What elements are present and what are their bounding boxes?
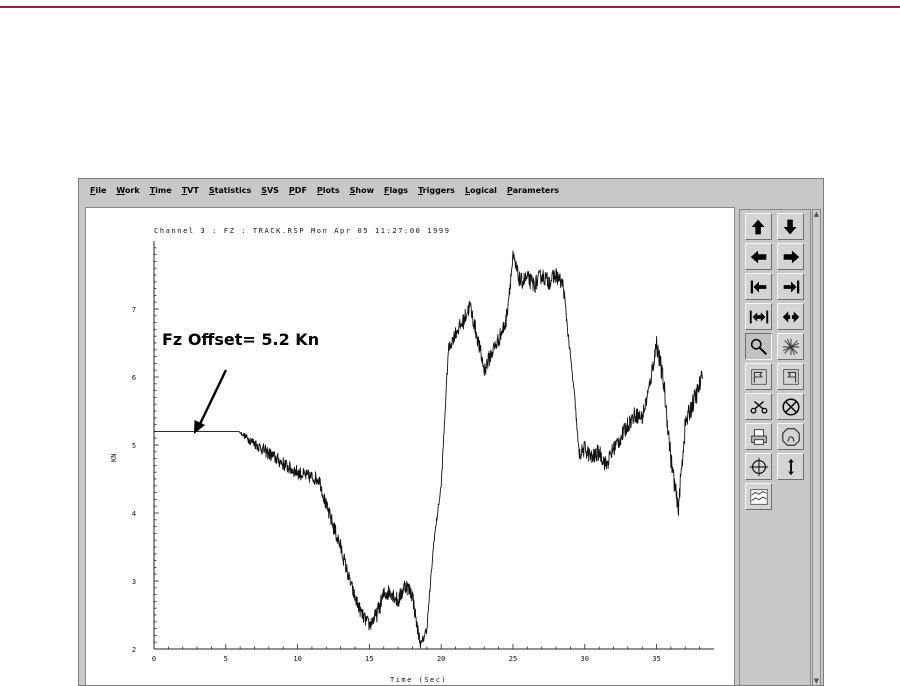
y-tick-label: 2	[132, 646, 136, 654]
x-tick-label: 30	[581, 655, 589, 663]
arrow-left-button[interactable]	[745, 243, 772, 270]
zoom-button[interactable]	[745, 333, 772, 360]
menu-bar: File Work Time TVT Statistics SVS PDF Pl…	[79, 179, 823, 201]
offset-annotation: Fz Offset= 5.2 Kn	[162, 330, 319, 434]
scroll-up-arrow-icon[interactable]: ▲	[813, 210, 820, 219]
overlay-plot-button[interactable]	[745, 483, 772, 510]
cancel-circle-button[interactable]	[777, 393, 804, 420]
time-history-plot[interactable]: Channel 3 : FZ : TRACK.RSP Mon Apr 05 11…	[86, 208, 735, 686]
x-tick-label: 35	[652, 655, 660, 663]
vertical-arrows-icon	[787, 458, 794, 475]
x-axis-label: Time (Sec)	[390, 676, 447, 684]
annotation-arrow-shaft	[198, 369, 228, 425]
x-tick-label: 5	[224, 655, 228, 663]
octagon-button[interactable]	[777, 423, 804, 450]
printer-icon	[750, 428, 767, 445]
offset-annotation-text: Fz Offset= 5.2 Kn	[162, 330, 319, 349]
arrow-right-button[interactable]	[777, 243, 804, 270]
tool-palette	[739, 209, 811, 685]
scroll-down-arrow-icon[interactable]: ▼	[813, 677, 820, 685]
expand-horizontal-button[interactable]	[745, 303, 772, 330]
octagon-icon	[781, 427, 800, 446]
plot-panel[interactable]: Channel 3 : FZ : TRACK.RSP Mon Apr 05 11…	[85, 207, 735, 686]
crosshair-button[interactable]	[745, 453, 772, 480]
y-tick-label: 6	[132, 374, 136, 382]
printer-button[interactable]	[745, 423, 772, 450]
flag-right-icon	[782, 368, 799, 385]
menu-time[interactable]: Time	[145, 186, 177, 195]
compress-horizontal-button[interactable]	[777, 303, 804, 330]
arrow-up-button[interactable]	[745, 213, 772, 240]
y-axis-label: KN	[110, 454, 118, 462]
menu-logical[interactable]: Logical	[460, 186, 502, 195]
menu-flags[interactable]: Flags	[379, 186, 413, 195]
x-tick-label: 10	[293, 655, 301, 663]
app-window: File Work Time TVT Statistics SVS PDF Pl…	[78, 178, 824, 686]
vertical-scrollbar[interactable]: ▲ ▼	[812, 209, 821, 685]
arrow-down-button[interactable]	[777, 213, 804, 240]
zoom-icon	[750, 338, 767, 355]
scissors-button[interactable]	[745, 393, 772, 420]
x-tick-label: 0	[152, 655, 156, 663]
arrow-up-icon	[751, 219, 764, 234]
menu-pdf[interactable]: PDF	[284, 186, 312, 195]
top-rule	[0, 6, 900, 8]
annotation-arrowhead	[194, 420, 205, 434]
expand-horizontal-icon	[749, 310, 768, 323]
y-tick-label: 3	[132, 578, 136, 586]
menu-plots[interactable]: Plots	[312, 186, 345, 195]
arrow-right-icon	[783, 250, 799, 263]
x-tick-label: 15	[365, 655, 373, 663]
starburst-button[interactable]	[777, 333, 804, 360]
plot-title: Channel 3 : FZ : TRACK.RSP Mon Apr 05 11…	[154, 227, 451, 235]
menu-triggers[interactable]: Triggers	[413, 186, 460, 195]
arrow-to-end-icon	[783, 280, 799, 293]
x-tick-label: 25	[509, 655, 517, 663]
menu-tvt[interactable]: TVT	[177, 186, 204, 195]
menu-parameters[interactable]: Parameters	[502, 186, 564, 195]
arrow-left-icon	[750, 250, 766, 263]
compress-horizontal-icon	[782, 311, 799, 322]
vertical-arrows-button[interactable]	[777, 453, 804, 480]
flag-right-button[interactable]	[777, 363, 804, 390]
x-tick-label: 20	[437, 655, 445, 663]
crosshair-icon	[749, 457, 768, 476]
overlay-plot-icon	[749, 488, 768, 505]
arrow-to-start-icon	[750, 280, 766, 293]
menu-work[interactable]: Work	[111, 186, 144, 195]
menu-show[interactable]: Show	[345, 186, 379, 195]
flag-left-icon	[750, 368, 767, 385]
y-tick-label: 5	[132, 442, 136, 450]
y-tick-label: 7	[132, 306, 136, 314]
starburst-icon	[782, 338, 799, 355]
cancel-circle-icon	[781, 397, 800, 416]
menu-file[interactable]: File	[85, 186, 111, 195]
flag-left-button[interactable]	[745, 363, 772, 390]
menu-statistics[interactable]: Statistics	[204, 186, 256, 195]
arrow-to-end-button[interactable]	[777, 273, 804, 300]
y-tick-label: 4	[132, 510, 136, 518]
arrow-down-icon	[783, 219, 796, 234]
arrow-to-start-button[interactable]	[745, 273, 772, 300]
scissors-icon	[750, 400, 767, 414]
fz-signal-trace	[153, 250, 703, 649]
menu-svs[interactable]: SVS	[256, 186, 284, 195]
